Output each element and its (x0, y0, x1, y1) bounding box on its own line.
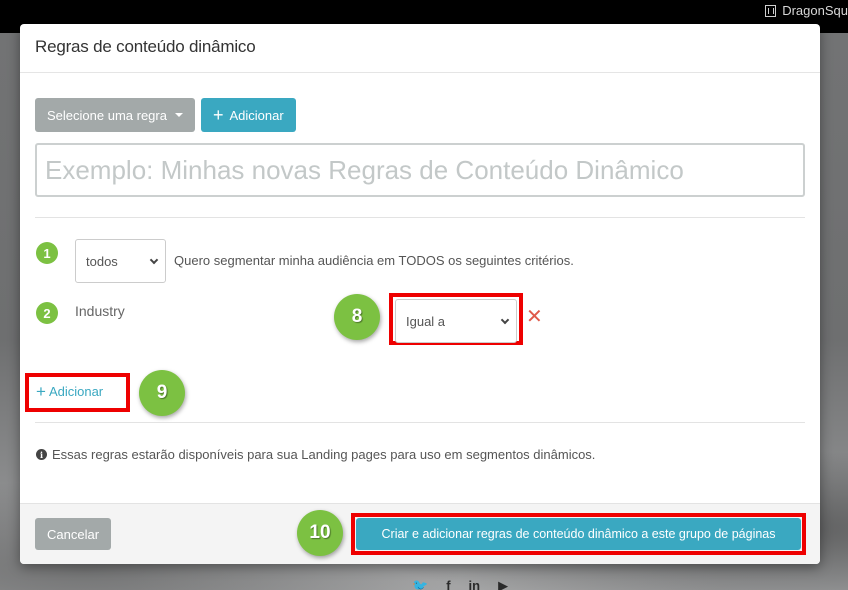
chevron-down-icon (149, 255, 159, 264)
add-criteria-label: Adicionar (48, 384, 104, 399)
add-rule-label: Adicionar (229, 107, 284, 123)
match-type-value: todos (86, 253, 118, 269)
callout-badge-8: 8 (334, 294, 380, 340)
plus-icon: + (212, 105, 224, 125)
social-links: 🐦 f in ▶ (412, 578, 508, 590)
cancel-button[interactable]: Cancelar (35, 518, 112, 550)
add-criteria-link[interactable]: + Adicionar (36, 383, 103, 400)
criteria-description: Quero segmentar minha audiência em TODOS… (174, 253, 574, 268)
section-divider (35, 422, 805, 423)
operator-value: Igual a (406, 313, 446, 329)
criteria-field-label: Industry (75, 303, 125, 319)
select-rule-label: Selecione uma regra (47, 107, 167, 123)
close-icon[interactable]: ✕ (526, 307, 543, 327)
organization-switcher[interactable]: DragonSqu (765, 3, 848, 18)
info-icon: i (36, 449, 47, 460)
rule-toolbar: Selecione uma regra + Adicionar (35, 98, 296, 132)
organization-name: DragonSqu (782, 3, 848, 18)
callout-badge-10: 10 (297, 510, 343, 556)
chevron-down-icon (500, 315, 510, 324)
create-and-add-rules-button[interactable]: Criar e adicionar regras de conteúdo din… (356, 518, 801, 550)
facebook-icon[interactable]: f (446, 578, 450, 590)
callout-badge-9: 9 (139, 370, 185, 416)
dynamic-content-rules-modal: Regras de conteúdo dinâmico Selecione um… (20, 24, 820, 564)
add-rule-button[interactable]: + Adicionar (200, 98, 296, 132)
step-2-badge: 2 (36, 302, 58, 324)
rule-name-input[interactable] (35, 143, 805, 197)
step-1-badge: 1 (36, 242, 58, 264)
building-icon (765, 4, 777, 17)
select-rule-dropdown[interactable]: Selecione uma regra (35, 98, 195, 132)
twitter-icon[interactable]: 🐦 (412, 578, 428, 590)
info-note-text: Essas regras estarão disponíveis para su… (52, 447, 596, 462)
caret-down-icon (174, 113, 183, 117)
modal-header: Regras de conteúdo dinâmico (20, 24, 820, 73)
linkedin-icon[interactable]: in (469, 578, 481, 590)
modal-title: Regras de conteúdo dinâmico (35, 37, 256, 56)
youtube-icon[interactable]: ▶ (498, 578, 508, 590)
match-type-select[interactable]: todos (75, 239, 166, 283)
info-note: i Essas regras estarão disponíveis para … (36, 447, 595, 462)
operator-select[interactable]: Igual a (395, 299, 517, 343)
plus-icon: + (36, 382, 46, 401)
section-divider (35, 217, 805, 218)
